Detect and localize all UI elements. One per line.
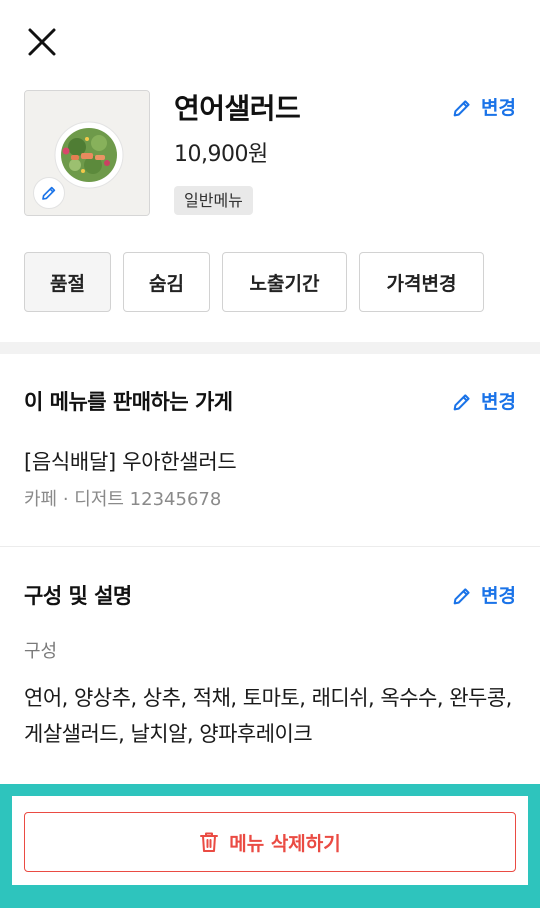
product-image[interactable] bbox=[24, 90, 150, 216]
footer-inner: 메뉴 삭제하기 bbox=[12, 796, 528, 885]
hide-button[interactable]: 숨김 bbox=[123, 252, 210, 312]
close-icon bbox=[28, 28, 56, 56]
footer-bar: 메뉴 삭제하기 bbox=[0, 784, 540, 908]
product-edit-button[interactable]: 변경 bbox=[451, 96, 516, 120]
store-edit-button[interactable]: 변경 bbox=[451, 390, 516, 414]
composition-label: 구성 bbox=[24, 641, 58, 662]
pencil-icon bbox=[42, 186, 56, 200]
store-name: [음식배달] 우아한샐러드 bbox=[24, 450, 237, 474]
delete-menu-button[interactable]: 메뉴 삭제하기 bbox=[24, 812, 516, 872]
composition-edit-button[interactable]: 변경 bbox=[451, 584, 516, 608]
product-summary: 연어샐러드 10,900원 일반메뉴 bbox=[24, 90, 516, 220]
composition-section-title: 구성 및 설명 bbox=[24, 584, 132, 608]
store-section-title: 이 메뉴를 판매하는 가게 bbox=[24, 390, 233, 414]
section-divider bbox=[0, 342, 540, 354]
delete-label: 메뉴 삭제하기 bbox=[229, 832, 341, 855]
pencil-icon bbox=[453, 100, 470, 117]
pencil-icon bbox=[453, 394, 470, 411]
image-edit-button[interactable] bbox=[33, 177, 65, 209]
edit-label: 변경 bbox=[481, 97, 516, 119]
edit-label: 변경 bbox=[481, 391, 516, 413]
menu-actions: 품절 숨김 노출기간 가격변경 bbox=[24, 252, 484, 312]
trash-icon bbox=[200, 832, 219, 852]
edit-label: 변경 bbox=[481, 585, 516, 607]
section-divider bbox=[0, 546, 540, 547]
store-meta: 카페 · 디저트 12345678 bbox=[24, 489, 222, 510]
soldout-button[interactable]: 품절 bbox=[24, 252, 111, 312]
product-name: 연어샐러드 bbox=[174, 92, 301, 125]
close-button[interactable] bbox=[22, 22, 62, 62]
pencil-icon bbox=[453, 588, 470, 605]
product-price: 10,900원 bbox=[174, 142, 268, 167]
display-period-button[interactable]: 노출기간 bbox=[222, 252, 347, 312]
menu-type-badge: 일반메뉴 bbox=[174, 186, 253, 215]
composition-text: 연어, 양상추, 상추, 적채, 토마토, 래디쉬, 옥수수, 완두콩, 게살샐… bbox=[24, 686, 512, 746]
price-change-button[interactable]: 가격변경 bbox=[359, 252, 484, 312]
